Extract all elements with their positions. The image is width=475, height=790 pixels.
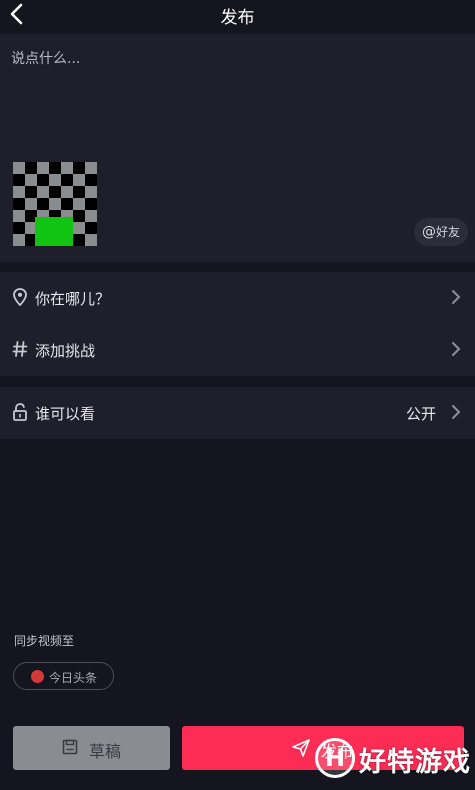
at-icon: @ <box>421 224 436 240</box>
privacy-row[interactable]: 谁可以看 公开 <box>0 387 475 439</box>
chevron-right-icon <box>452 405 461 419</box>
location-pin-icon <box>13 288 27 306</box>
caption-input[interactable]: 说点什么... <box>11 48 80 68</box>
thumbnail-green-block <box>35 217 73 246</box>
sync-title: 同步视频至 <box>14 634 75 648</box>
privacy-group: 谁可以看 公开 <box>0 387 475 439</box>
compose-panel: 说点什么... @好友 <box>0 34 475 262</box>
challenge-row[interactable]: 添加挑战 <box>0 324 475 376</box>
challenge-label: 添加挑战 <box>35 342 96 360</box>
mention-label: 好友 <box>435 225 460 239</box>
header-bar: 发布 <box>0 0 475 34</box>
sync-toutiao-chip[interactable]: 今日头条 <box>13 662 114 690</box>
unlock-icon <box>13 403 27 421</box>
page-title: 发布 <box>220 8 255 28</box>
chevron-right-icon <box>452 290 461 304</box>
paper-plane-icon <box>292 739 310 757</box>
sync-chip-label: 今日头条 <box>49 671 98 685</box>
draft-button[interactable]: 草稿 <box>13 726 170 770</box>
location-label: 你在哪儿？ <box>35 290 111 308</box>
draft-label: 草稿 <box>89 742 122 761</box>
privacy-label: 谁可以看 <box>35 405 96 423</box>
watermark-text: 好特游戏 <box>359 747 471 778</box>
toutiao-logo-icon <box>31 670 44 683</box>
chevron-right-icon <box>452 342 461 356</box>
save-draft-icon <box>62 739 78 755</box>
site-watermark: H 好特游戏 <box>311 730 471 786</box>
privacy-value: 公开 <box>405 405 436 423</box>
location-challenge-group: 你在哪儿？ 添加挑战 <box>0 272 475 376</box>
hashtag-icon <box>12 341 28 357</box>
watermark-logo: H <box>315 738 355 778</box>
location-row[interactable]: 你在哪儿？ <box>0 272 475 324</box>
mention-friend-button[interactable]: @好友 <box>414 218 468 246</box>
